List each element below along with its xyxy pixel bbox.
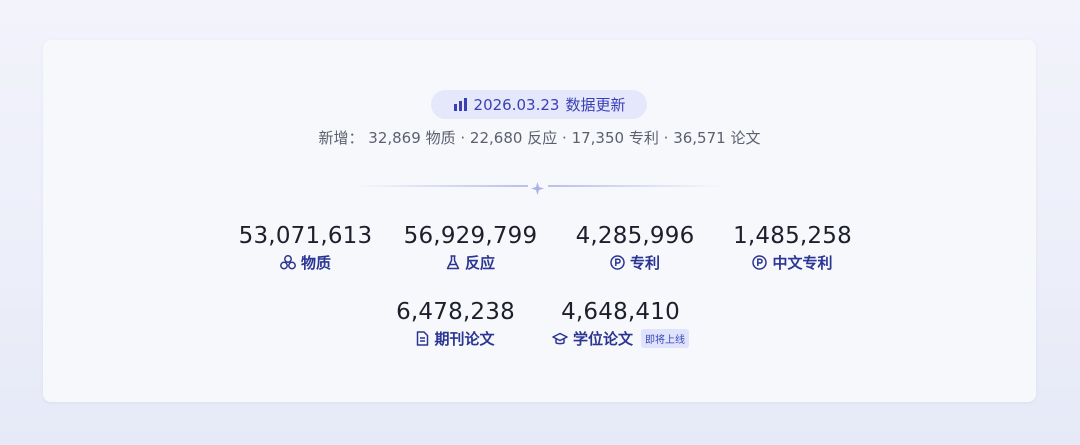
summary-prefix: 新增： xyxy=(318,129,364,147)
stat-value: 1,485,258 xyxy=(733,223,852,249)
summary-value: 22,680 xyxy=(469,129,523,147)
flask-icon xyxy=(446,255,460,270)
stat-reactions: 56,929,799 反应 xyxy=(398,222,543,273)
stat-value: 6,478,238 xyxy=(396,299,515,325)
graduation-cap-icon xyxy=(552,332,568,346)
summary-label: 论文 xyxy=(730,129,761,147)
patent-icon xyxy=(752,255,768,270)
stat-label: 物质 xyxy=(300,254,331,272)
stat-label: 期刊论文 xyxy=(434,330,495,348)
bar-chart-icon xyxy=(453,98,468,111)
update-date: 2026.03.23 xyxy=(473,95,560,114)
summary-label: 专利 xyxy=(628,129,659,147)
stat-label: 专利 xyxy=(629,254,660,272)
stat-journal-papers: 6,478,238 期刊论文 xyxy=(383,298,528,349)
patent-icon xyxy=(610,255,625,270)
summary-value: 17,350 xyxy=(571,129,625,147)
new-additions-summary: 新增： 32,869 物质 · 22,680 反应 · 17,350 专利 · … xyxy=(43,127,1036,148)
stat-chinese-patents: 1,485,258 中文专利 xyxy=(720,222,865,273)
update-label: 数据更新 xyxy=(565,96,626,114)
stat-theses: 4,648,410 学位论文 即将上线 xyxy=(538,298,703,349)
update-badge: 2026.03.23 数据更新 xyxy=(431,90,647,119)
molecule-icon xyxy=(280,255,296,270)
stat-label: 学位论文 xyxy=(572,330,633,348)
stat-value: 53,071,613 xyxy=(238,223,373,249)
summary-value: 32,869 xyxy=(368,129,421,147)
stat-substances: 53,071,613 物质 xyxy=(233,222,378,273)
summary-value: 36,571 xyxy=(673,129,726,147)
summary-separator: · xyxy=(663,129,669,147)
decorative-divider xyxy=(353,180,723,195)
stat-value: 4,285,996 xyxy=(575,223,695,249)
stat-patents: 4,285,996 专利 xyxy=(565,222,705,273)
sparkle-icon xyxy=(531,180,544,199)
summary-separator: · xyxy=(460,129,466,147)
stat-label: 中文专利 xyxy=(772,254,833,272)
summary-label: 物质 xyxy=(425,129,456,147)
stat-label: 反应 xyxy=(464,254,495,272)
stat-value: 4,648,410 xyxy=(561,299,680,325)
summary-separator: · xyxy=(562,129,567,147)
stat-value: 56,929,799 xyxy=(403,223,538,249)
summary-label: 反应 xyxy=(527,129,558,147)
coming-soon-badge: 即将上线 xyxy=(641,329,689,348)
stats-card: 2026.03.23 数据更新 新增： 32,869 物质 · 22,680 反… xyxy=(43,40,1036,402)
document-icon xyxy=(416,331,429,346)
